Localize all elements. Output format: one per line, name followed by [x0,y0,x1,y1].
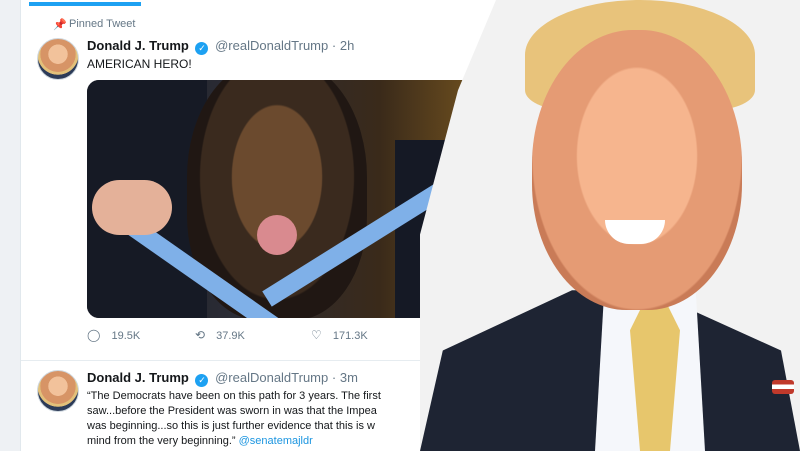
retweet-icon: ⟲ [195,328,206,342]
tweet-text-line: was beginning...so this is just further … [87,420,375,432]
retweet-button[interactable]: ⟲ 37.9K [195,328,245,342]
separator-dot: · [331,38,337,53]
like-button[interactable]: ♡ 171.3K [311,328,368,342]
tweet-text-line: “The Democrats have been on this path fo… [87,390,381,402]
verified-icon: ✓ [195,42,209,55]
avatar[interactable] [37,38,79,80]
separator-dot: · [331,370,337,385]
tweet-text: AMERICAN HERO! [87,57,192,71]
verified-icon: ✓ [195,374,209,387]
active-tab-indicator [29,2,141,6]
reply-icon: ◯ [87,328,101,342]
user-handle[interactable]: @realDonaldTrump [215,38,328,53]
user-handle[interactable]: @realDonaldTrump [215,370,328,385]
overlay-photo [420,0,800,451]
tweet-time[interactable]: 2h [340,38,354,53]
image-hand-left [92,180,172,235]
flag-pin-icon [772,380,794,394]
display-name[interactable]: Donald J. Trump [87,38,189,53]
avatar[interactable] [37,370,79,412]
display-name[interactable]: Donald J. Trump [87,370,189,385]
image-dog-tongue [257,215,297,255]
mention-link[interactable]: @senatemajldr [239,435,313,447]
reply-button[interactable]: ◯ 19.5K [87,328,140,342]
reply-count: 19.5K [111,330,141,342]
like-icon: ♡ [311,328,322,342]
tweet-text: “The Democrats have been on this path fo… [87,389,447,449]
tweet-header: Donald J. Trump ✓ @realDonaldTrump · 3m [87,370,358,387]
tweet-header: Donald J. Trump ✓ @realDonaldTrump · 2h [87,38,354,55]
like-count: 171.3K [332,330,368,342]
pinned-tweet-label: 📌 Pinned Tweet [53,18,136,31]
tweet-text-fragment: mind from the very beginning.” [87,435,236,447]
retweet-count: 37.9K [216,330,245,342]
pinned-label-text: Pinned Tweet [69,18,136,30]
tweet-time[interactable]: 3m [340,370,358,385]
photo-face [532,30,742,310]
tweet-text-line: mind from the very beginning.” @senatema… [87,434,447,449]
tweet-text-line: saw...before the President was sworn in … [87,405,377,417]
